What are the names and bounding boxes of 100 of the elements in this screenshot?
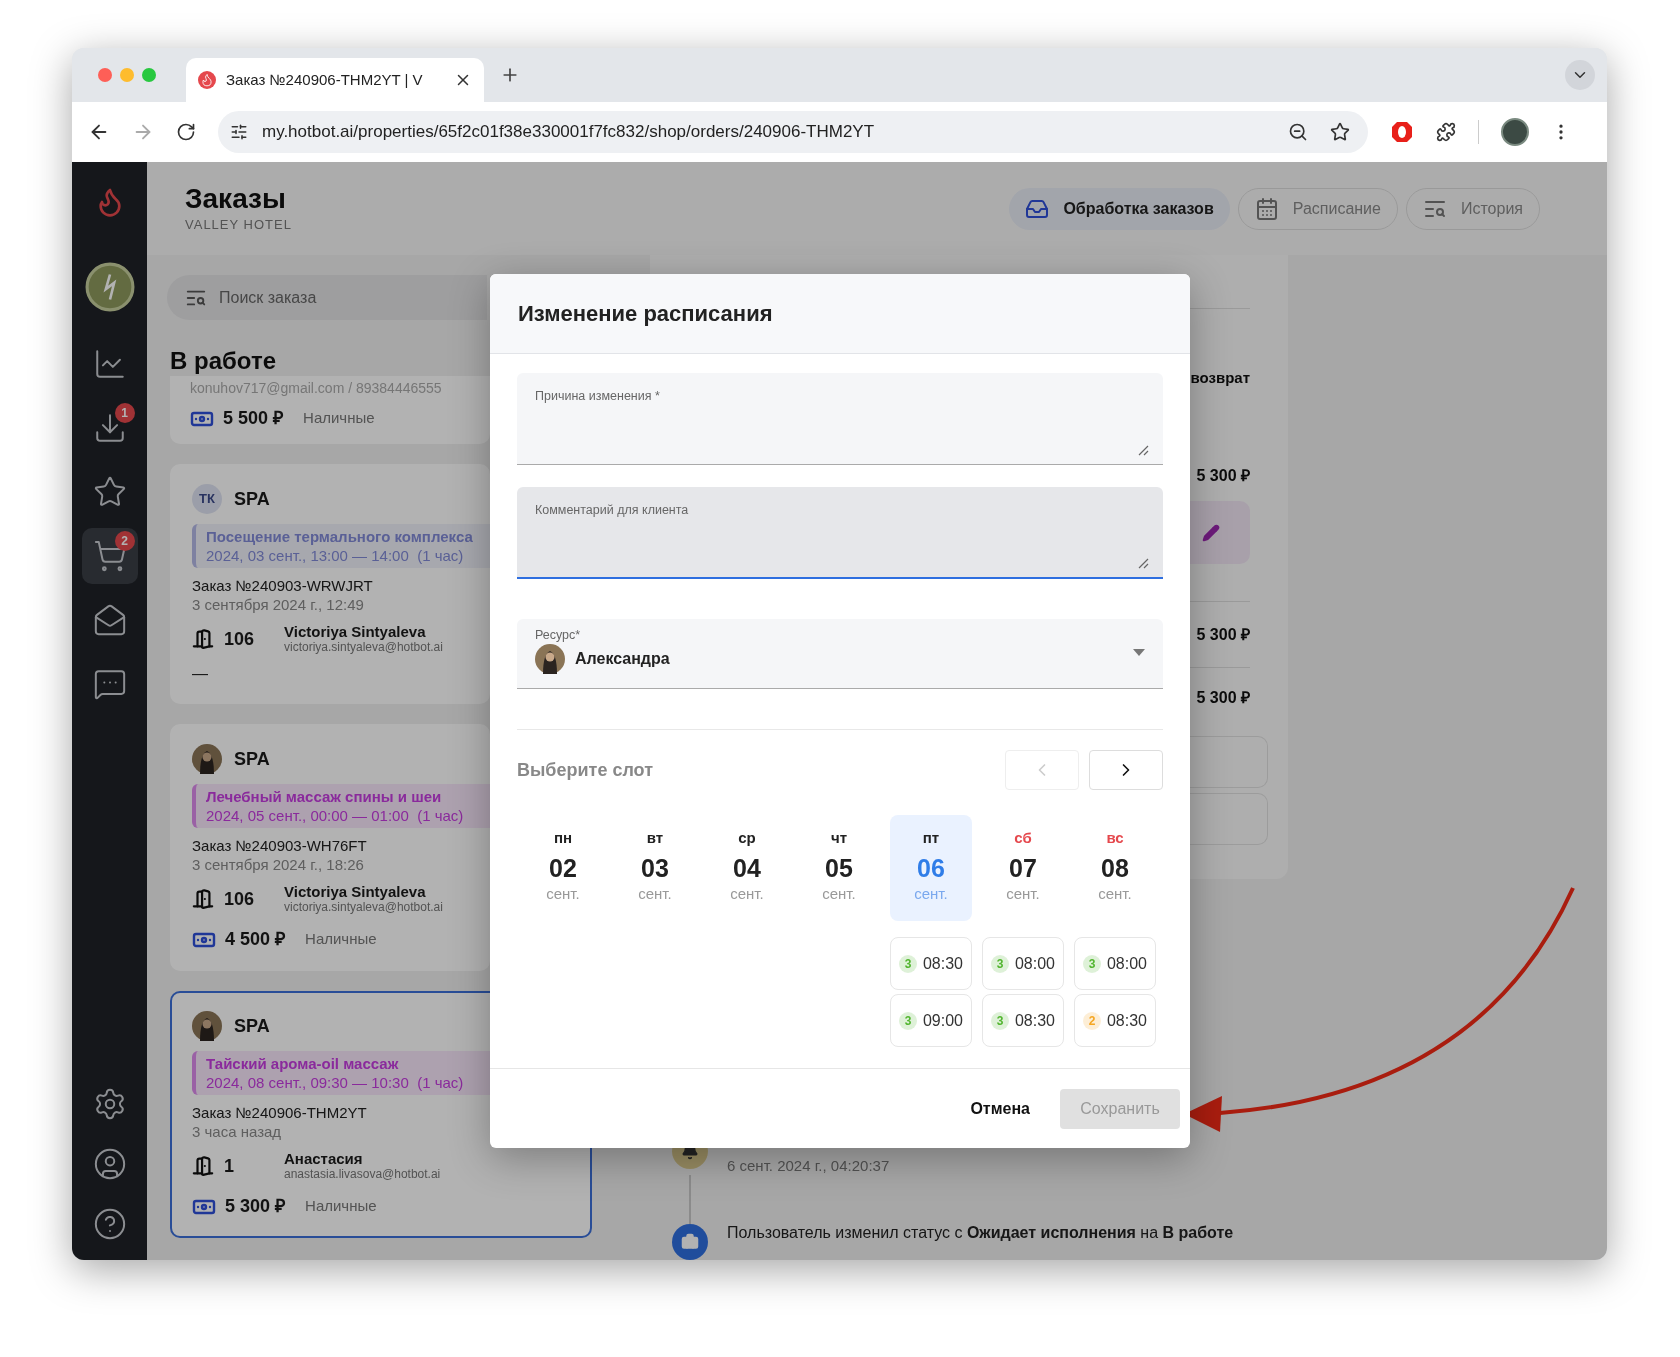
slot-time: 08:00 — [1014, 953, 1055, 974]
hotel-name: VALLEY HOTEL — [185, 215, 292, 234]
category: SPA — [234, 1014, 270, 1038]
guest-email: victoriya.sintyaleva@hotbot.ai — [284, 900, 443, 914]
envelope-icon — [92, 603, 127, 637]
service-time: 2024, 03 сент., 13:00 — 14:00 (1 час) — [206, 546, 464, 565]
service-title: Лечебный массаж спины и шеи — [206, 787, 442, 806]
shield-extension-icon[interactable] — [1390, 120, 1414, 144]
day-column[interactable]: ср 04 сент. — [706, 815, 788, 921]
door-icon — [192, 888, 214, 910]
slot-time: 09:00 — [922, 1010, 963, 1031]
door-icon — [192, 628, 214, 650]
category: SPA — [234, 487, 270, 511]
room-number: 1 — [224, 1154, 235, 1178]
day-column[interactable]: сб 07 сент. — [982, 815, 1064, 921]
avatar — [535, 644, 565, 674]
amount: 5 300 ₽ — [225, 1195, 286, 1218]
tab-menu-button[interactable] — [1565, 60, 1595, 90]
payment-method: Наличные — [305, 1196, 377, 1217]
reload-icon[interactable] — [176, 122, 196, 142]
category: SPA — [234, 747, 270, 771]
search-field[interactable]: Поиск заказа — [167, 275, 487, 320]
day-column[interactable]: чт 05 сент. — [798, 815, 880, 921]
order-number: Заказ №240906-THM2YT — [192, 1103, 367, 1122]
time-slot[interactable]: 2 08:30 — [1074, 994, 1156, 1047]
text-area[interactable]: Комментарий для клиента — [517, 487, 1163, 579]
url: my.hotbot.ai/properties/65f2c01f38e330001f7fc832/shop/orders/240906-THM2YT — [262, 121, 875, 144]
time-slot[interactable]: 3 08:30 — [890, 937, 972, 990]
event-text: Пользователь изменил статус с Ожидает исполнения на В работе — [727, 1224, 1234, 1243]
resize-handle-icon[interactable] — [1137, 444, 1149, 456]
day-column[interactable]: вт 03 сент. — [614, 815, 696, 921]
total-amount: 5 300 ₽ — [1196, 688, 1250, 708]
notification-badge: 2 — [114, 531, 135, 551]
dialog-title: Изменение расписания — [518, 300, 773, 328]
site-info-icon[interactable] — [230, 123, 248, 141]
time-slot[interactable]: 3 08:00 — [982, 937, 1064, 990]
room-number: 106 — [224, 627, 256, 651]
guest-name: Анастасия — [284, 1151, 363, 1167]
header-tab[interactable]: Обработка заказов — [1009, 187, 1230, 230]
text-area[interactable]: Причина изменения * — [517, 373, 1163, 465]
slot-time: 08:30 — [922, 953, 963, 974]
logo-badge-icon — [84, 262, 135, 312]
slot-time: 08:30 — [1106, 1010, 1147, 1031]
zoom-icon[interactable] — [1288, 122, 1308, 142]
address-bar[interactable]: my.hotbot.ai/properties/65f2c01f38e330001f7fc832/shop/orders/240906-THM2YT — [218, 111, 1368, 153]
day-column[interactable]: пн 02 сент. — [522, 815, 604, 921]
payment-method: Наличные — [303, 408, 375, 429]
calendar-icon — [1254, 196, 1279, 221]
room-number: 106 — [224, 887, 256, 911]
cancel-button[interactable]: Отмена — [950, 1088, 1050, 1129]
chat-icon — [92, 667, 127, 701]
day-column[interactable]: пт 06 сент. — [890, 815, 972, 921]
pencil-icon — [1202, 523, 1220, 542]
slot-time: 08:00 — [1106, 953, 1147, 974]
page-title: Заказы — [185, 182, 287, 215]
service-time: 2024, 08 сент., 09:30 — 10:30 (1 час) — [206, 1073, 464, 1092]
availability-badge: 3 — [898, 954, 917, 973]
guest-email: anastasia.livasova@hotbot.ai — [284, 1167, 441, 1181]
help-icon — [92, 1207, 127, 1241]
door-icon — [192, 1155, 214, 1177]
availability-badge: 3 — [898, 1011, 917, 1030]
service-title: Тайский арома-oil массаж — [206, 1054, 399, 1073]
guest-name: Victoriya Sintyaleva — [284, 624, 426, 640]
order-date: 3 сентября 2024 г., 18:26 — [192, 855, 364, 874]
order-card[interactable]: konuhov717@gmail.com / 89384446555 5 500 ₽ Наличные — [170, 376, 490, 444]
amount: 5 500 ₽ — [223, 407, 284, 430]
contact-info: konuhov717@gmail.com / 89384446555 — [190, 379, 442, 398]
star-icon — [92, 475, 127, 509]
slot-time: 08:30 — [1014, 1010, 1055, 1031]
event-time: 6 сент. 2024 г., 04:20:37 — [727, 1157, 890, 1175]
initials-avatar: ТК — [192, 484, 222, 514]
extensions-icon[interactable] — [1436, 122, 1456, 142]
guest-name: Victoriya Sintyaleva — [284, 884, 426, 900]
section-title: В работе — [170, 346, 276, 376]
availability-badge: 3 — [990, 954, 1009, 973]
service-time: 2024, 05 сент., 00:00 — 01:00 (1 час) — [206, 806, 464, 825]
time-slot[interactable]: 3 08:30 — [982, 994, 1064, 1047]
time-slot[interactable]: 3 08:00 — [1074, 937, 1156, 990]
profile-avatar[interactable] — [1501, 118, 1529, 146]
availability-badge: 3 — [990, 1011, 1009, 1030]
guest-email: victoriya.sintyaleva@hotbot.ai — [284, 640, 443, 654]
resource-select[interactable]: Ресурс* Александра — [517, 619, 1163, 689]
total-amount: 5 300 ₽ — [1196, 466, 1250, 486]
avatar — [192, 1011, 222, 1041]
resize-handle-icon[interactable] — [1137, 557, 1149, 569]
avatar — [192, 744, 222, 774]
order-number: Заказ №240903-WRWJRT — [192, 576, 373, 595]
availability-badge: 3 — [1082, 954, 1101, 973]
refund-label: возврат — [1190, 368, 1250, 388]
bookmark-icon[interactable] — [1330, 122, 1350, 142]
service-title: Посещение термального комплекса — [206, 527, 473, 546]
day-column[interactable]: вс 08 сент. — [1074, 815, 1156, 921]
browser-tab[interactable]: Заказ №240906-THM2YT | V — [186, 58, 484, 102]
time-slot[interactable]: 3 09:00 — [890, 994, 972, 1047]
briefcase-icon — [681, 1233, 699, 1251]
slot-heading: Выберите слот — [517, 758, 653, 782]
user-icon — [92, 1147, 127, 1181]
total-amount: 5 300 ₽ — [1196, 625, 1250, 645]
notification-badge: 1 — [114, 403, 135, 423]
order-date: 3 часа назад — [192, 1122, 282, 1141]
